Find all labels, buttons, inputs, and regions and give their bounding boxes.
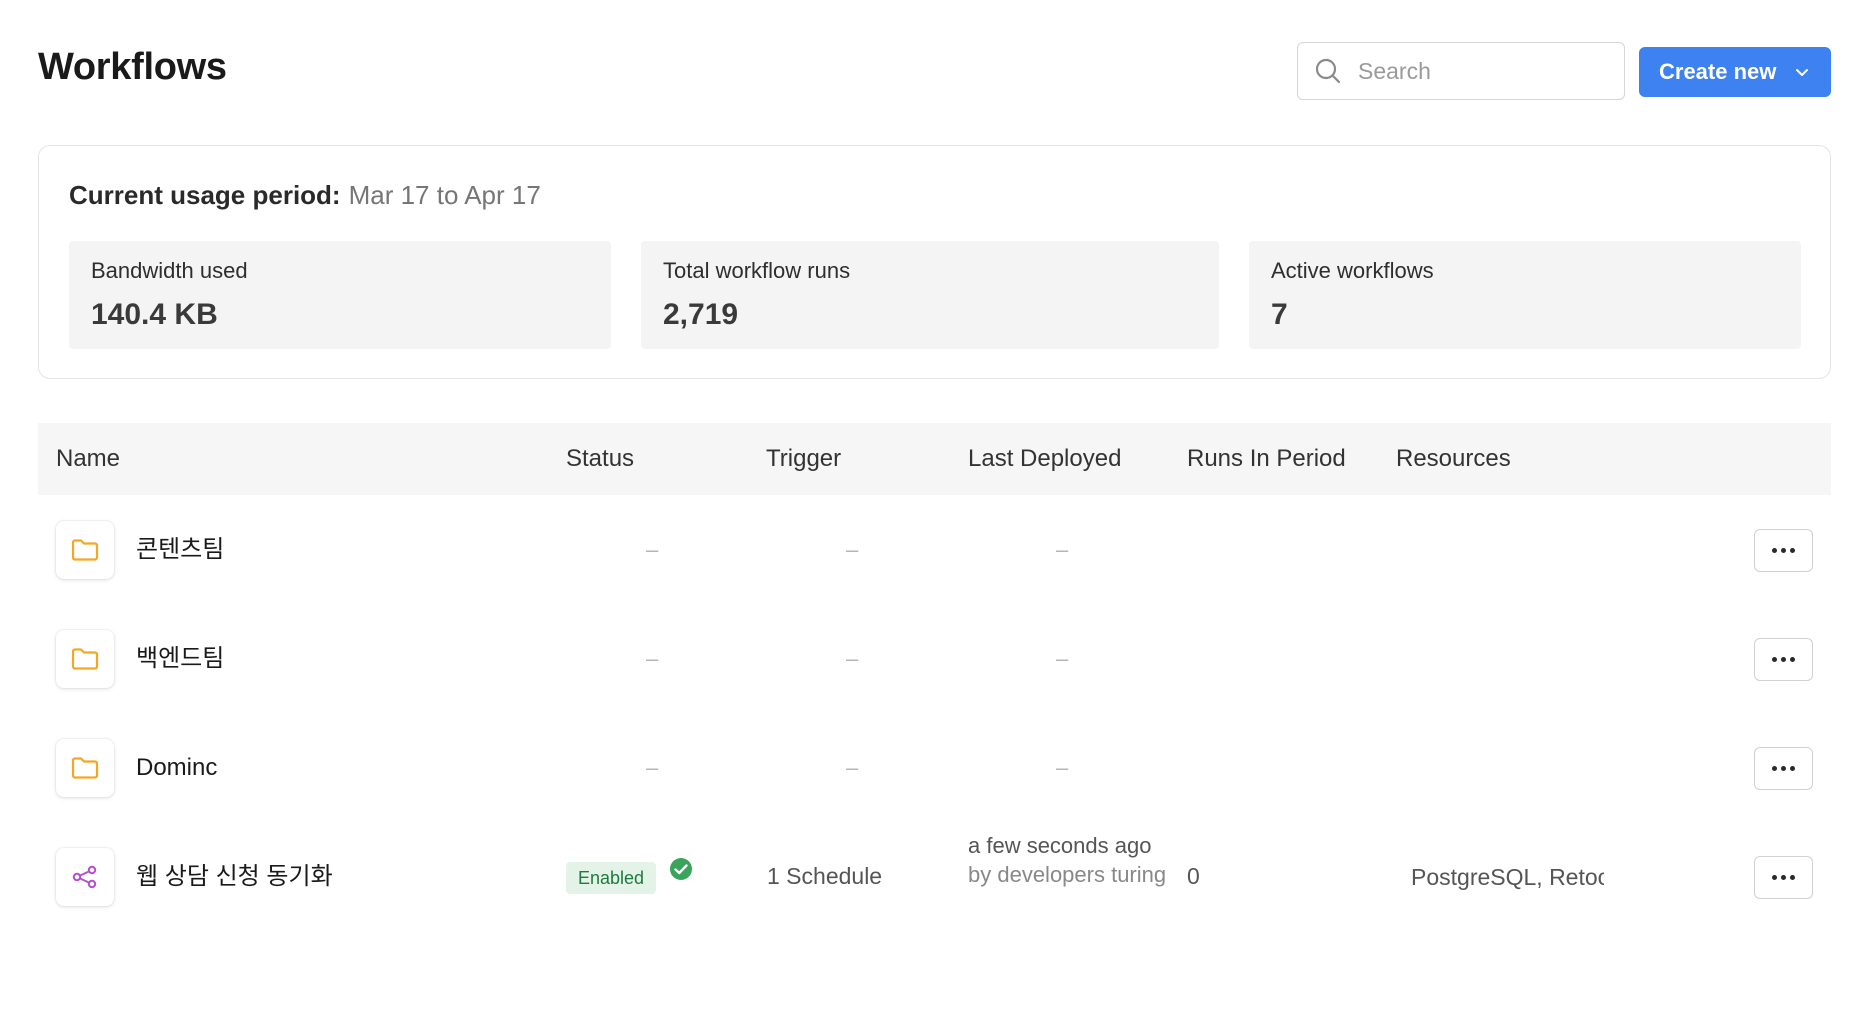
folder-icon xyxy=(56,521,114,579)
row-name[interactable]: Dominc xyxy=(136,713,217,823)
last-deployed-time: a few seconds ago xyxy=(968,833,1152,858)
stat-bandwidth: Bandwidth used 140.4 KB xyxy=(69,241,611,349)
chevron-down-icon xyxy=(1794,64,1810,80)
row-status: – xyxy=(646,646,659,671)
usage-period-value: Mar 17 to Apr 17 xyxy=(348,180,541,210)
last-deployed-by: by developers turing xyxy=(968,862,1167,887)
more-options-button[interactable] xyxy=(1754,529,1813,572)
row-last-deployed: – xyxy=(1056,537,1069,562)
row-last-deployed: – xyxy=(1056,646,1069,671)
table-row[interactable]: Dominc – – – xyxy=(38,713,1831,823)
check-circle-icon xyxy=(670,858,692,880)
status-badge: Enabled xyxy=(566,862,657,894)
row-name[interactable]: 백엔드팀 xyxy=(136,604,224,714)
table-row[interactable]: 콘텐츠팀 – – – xyxy=(38,495,1831,605)
column-header-last-deployed[interactable]: Last Deployed xyxy=(968,423,1121,495)
more-options-button[interactable] xyxy=(1754,856,1813,899)
stat-value: 2,719 xyxy=(663,298,739,331)
row-name[interactable]: 콘텐츠팀 xyxy=(136,495,224,605)
row-trigger: 1 Schedule xyxy=(767,863,883,889)
row-trigger: – xyxy=(846,537,859,562)
row-runs: 0 xyxy=(1187,863,1200,889)
stat-total-runs: Total workflow runs 2,719 xyxy=(641,241,1219,349)
row-last-deployed: – xyxy=(1056,755,1069,780)
row-status: – xyxy=(646,755,659,780)
usage-card: Current usage period: Mar 17 to Apr 17 Ba… xyxy=(38,145,1831,379)
more-options-button[interactable] xyxy=(1754,747,1813,790)
stat-label: Total workflow runs xyxy=(663,258,851,283)
row-resources: PostgreSQL, Retool xyxy=(1411,864,1604,890)
page-title: Workflows xyxy=(38,46,227,88)
create-new-button[interactable]: Create new xyxy=(1639,47,1831,97)
usage-period-heading: Current usage period: Mar 17 to Apr 17 xyxy=(69,180,541,211)
stat-label: Active workflows xyxy=(1271,258,1434,283)
workflows-page: Workflows Create new Current usage perio… xyxy=(0,0,1858,1024)
search-icon xyxy=(1315,58,1341,84)
row-status: – xyxy=(646,537,659,562)
search-input[interactable] xyxy=(1358,57,1598,85)
stat-value: 7 xyxy=(1271,298,1288,331)
row-trigger: – xyxy=(846,646,859,671)
table-header: Name Status Trigger Last Deployed Runs I… xyxy=(38,423,1831,495)
more-options-button[interactable] xyxy=(1754,638,1813,681)
create-new-label: Create new xyxy=(1659,59,1777,84)
column-header-status[interactable]: Status xyxy=(566,423,634,495)
stat-active-workflows: Active workflows 7 xyxy=(1249,241,1801,349)
column-header-trigger[interactable]: Trigger xyxy=(766,423,841,495)
workflow-icon xyxy=(56,848,114,906)
search-box[interactable] xyxy=(1297,42,1625,100)
usage-period-label: Current usage period: xyxy=(69,180,341,210)
column-header-name[interactable]: Name xyxy=(56,423,120,495)
row-last-deployed: a few seconds ago by developers turing xyxy=(968,831,1168,889)
table-row[interactable]: 백엔드팀 – – – xyxy=(38,604,1831,714)
stat-value: 140.4 KB xyxy=(91,298,218,331)
table-row[interactable]: 웹 상담 신청 동기화 Enabled 1 Schedule a few sec… xyxy=(38,822,1831,932)
row-name[interactable]: 웹 상담 신청 동기화 xyxy=(136,822,333,932)
stat-label: Bandwidth used xyxy=(91,258,248,283)
folder-icon xyxy=(56,739,114,797)
column-header-resources[interactable]: Resources xyxy=(1396,423,1511,495)
row-trigger: – xyxy=(846,755,859,780)
column-header-runs[interactable]: Runs In Period xyxy=(1187,423,1346,495)
folder-icon xyxy=(56,630,114,688)
